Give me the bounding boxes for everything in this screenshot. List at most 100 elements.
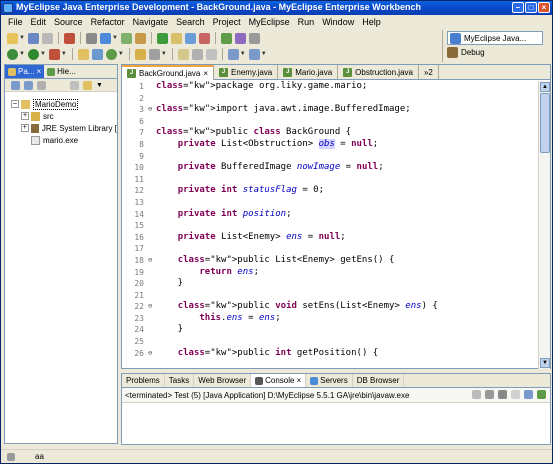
- terminate-icon[interactable]: [472, 390, 481, 399]
- tab-console[interactable]: Console ×: [251, 374, 307, 387]
- code-line[interactable]: 6: [122, 116, 540, 128]
- fold-marker[interactable]: [148, 220, 156, 232]
- code-line[interactable]: 25: [122, 336, 540, 348]
- code-line[interactable]: 12 private int statusFlag = 0;: [122, 185, 540, 197]
- scroll-down-icon[interactable]: ▼: [540, 358, 550, 368]
- fold-marker[interactable]: [148, 127, 156, 139]
- menu-run[interactable]: Run: [294, 17, 319, 27]
- tab-web-browser[interactable]: Web Browser: [194, 374, 252, 387]
- remove-all-icon[interactable]: [498, 390, 507, 399]
- menu-navigate[interactable]: Navigate: [129, 17, 173, 27]
- bean-icon[interactable]: [184, 32, 196, 44]
- collapse-all-icon[interactable]: [70, 80, 79, 90]
- external-tools-dropdown-icon[interactable]: ▼: [61, 51, 67, 57]
- pin-console-icon[interactable]: [524, 390, 533, 399]
- code-line[interactable]: 10 private BufferedImage nowImage = null…: [122, 162, 540, 174]
- perspective-debug[interactable]: Debug: [447, 47, 485, 58]
- code-line[interactable]: 14 private int position;: [122, 209, 540, 221]
- package-icon[interactable]: [220, 32, 232, 44]
- tab-enemy-java[interactable]: J Enemy.java: [214, 65, 279, 79]
- code-line[interactable]: 20 }: [122, 278, 540, 290]
- fold-marker[interactable]: ⊖: [148, 301, 156, 313]
- close-button[interactable]: ×: [538, 2, 550, 13]
- expand-icon[interactable]: +: [21, 124, 29, 132]
- code-line[interactable]: 18 ⊖ class="kw">public List<Enemy> getEns…: [122, 255, 540, 267]
- new-package-icon[interactable]: [91, 48, 103, 60]
- menu-help[interactable]: Help: [358, 17, 385, 27]
- tab-tasks[interactable]: Tasks: [165, 374, 195, 387]
- title-bar[interactable]: MyEclipse Java Enterprise Development - …: [1, 1, 552, 15]
- remove-launch-icon[interactable]: [485, 390, 494, 399]
- fold-marker[interactable]: [148, 290, 156, 302]
- scroll-up-icon[interactable]: ▲: [540, 82, 550, 92]
- external-tools-icon[interactable]: [48, 48, 60, 60]
- tree-node-src[interactable]: + src: [5, 110, 117, 122]
- menu-window[interactable]: Window: [318, 17, 358, 27]
- code-line[interactable]: 2: [122, 93, 540, 105]
- maximize-button[interactable]: □: [525, 2, 537, 13]
- tab-problems[interactable]: Problems: [122, 374, 165, 387]
- tab-servers[interactable]: Servers: [306, 374, 353, 387]
- fold-marker[interactable]: [148, 209, 156, 221]
- code-line[interactable]: 21: [122, 290, 540, 302]
- code-line[interactable]: 23 this.ens = ens;: [122, 313, 540, 325]
- new-java-project-icon[interactable]: [77, 48, 89, 60]
- fold-marker[interactable]: [148, 139, 156, 151]
- back-dropdown-icon[interactable]: ▼: [240, 51, 246, 57]
- fold-marker[interactable]: ⊖: [148, 348, 156, 360]
- fold-marker[interactable]: ⊖: [148, 255, 156, 267]
- new-class-icon[interactable]: [105, 48, 117, 60]
- forward-icon[interactable]: [248, 48, 260, 60]
- tab-overflow[interactable]: »2: [419, 65, 439, 79]
- code-line[interactable]: 16 private List<Enemy> ens = null;: [122, 232, 540, 244]
- fold-marker[interactable]: [148, 151, 156, 163]
- tab-obstruction-java[interactable]: J Obstruction.java: [338, 65, 419, 79]
- fold-marker[interactable]: [148, 174, 156, 186]
- code-line[interactable]: 26 ⊖ class="kw">public int getPosition() …: [122, 348, 540, 360]
- last-edit-icon[interactable]: [205, 48, 217, 60]
- minimize-button[interactable]: –: [512, 2, 524, 13]
- tab-mario-java[interactable]: J Mario.java: [278, 65, 339, 79]
- code-line[interactable]: 15: [122, 220, 540, 232]
- tab-background-java[interactable]: J BackGround.java ×: [122, 65, 215, 80]
- code-line[interactable]: 1 class="kw">package org.liky.game.mario;: [122, 81, 540, 93]
- fold-marker[interactable]: [148, 116, 156, 128]
- collapse-icon[interactable]: –: [11, 100, 19, 108]
- deploy-icon[interactable]: [85, 32, 97, 44]
- code-line[interactable]: 8 private List<Obstruction> obs = null;: [122, 138, 540, 151]
- code-line[interactable]: 17: [122, 243, 540, 255]
- new-dropdown-icon[interactable]: ▼: [19, 35, 25, 41]
- save-icon[interactable]: [27, 32, 39, 44]
- search-dropdown-icon[interactable]: ▼: [161, 51, 167, 57]
- new-icon[interactable]: [7, 32, 18, 44]
- image-icon[interactable]: [248, 32, 260, 44]
- menu-edit[interactable]: Edit: [27, 17, 51, 27]
- toggle-mark-icon[interactable]: [191, 48, 203, 60]
- code-line[interactable]: 7 class="kw">public class BackGround {: [122, 127, 540, 139]
- link-editor-icon[interactable]: [83, 80, 92, 90]
- scroll-thumb[interactable]: [540, 93, 550, 153]
- class-icon[interactable]: [198, 32, 210, 44]
- code-line[interactable]: 11: [122, 174, 540, 186]
- code-line[interactable]: 3 ⊖ class="kw">import java.awt.image.Buffe…: [122, 104, 540, 116]
- menu-file[interactable]: File: [4, 17, 27, 27]
- display-console-icon[interactable]: [537, 390, 546, 399]
- fold-marker[interactable]: [148, 336, 156, 348]
- code-line[interactable]: 13: [122, 197, 540, 209]
- tab-package-explorer[interactable]: Pa... ×: [5, 65, 45, 78]
- run-icon[interactable]: [27, 48, 39, 60]
- project-icon[interactable]: [120, 32, 132, 44]
- server-dropdown-icon[interactable]: ▼: [112, 35, 118, 41]
- close-icon[interactable]: ×: [36, 67, 41, 76]
- fold-marker[interactable]: [148, 267, 156, 279]
- new-class-dropdown-icon[interactable]: ▼: [118, 51, 124, 57]
- search-icon[interactable]: [148, 48, 160, 60]
- fold-marker[interactable]: [148, 324, 156, 336]
- interface-icon[interactable]: [234, 32, 246, 44]
- menu-project[interactable]: Project: [209, 17, 245, 27]
- editor-scrollbar[interactable]: ▲ ▼: [538, 81, 550, 369]
- folder-icon[interactable]: [170, 32, 182, 44]
- menu-source[interactable]: Source: [50, 17, 87, 27]
- clear-console-icon[interactable]: [511, 390, 520, 399]
- tree-node-mario-exe[interactable]: mario.exe: [5, 134, 117, 146]
